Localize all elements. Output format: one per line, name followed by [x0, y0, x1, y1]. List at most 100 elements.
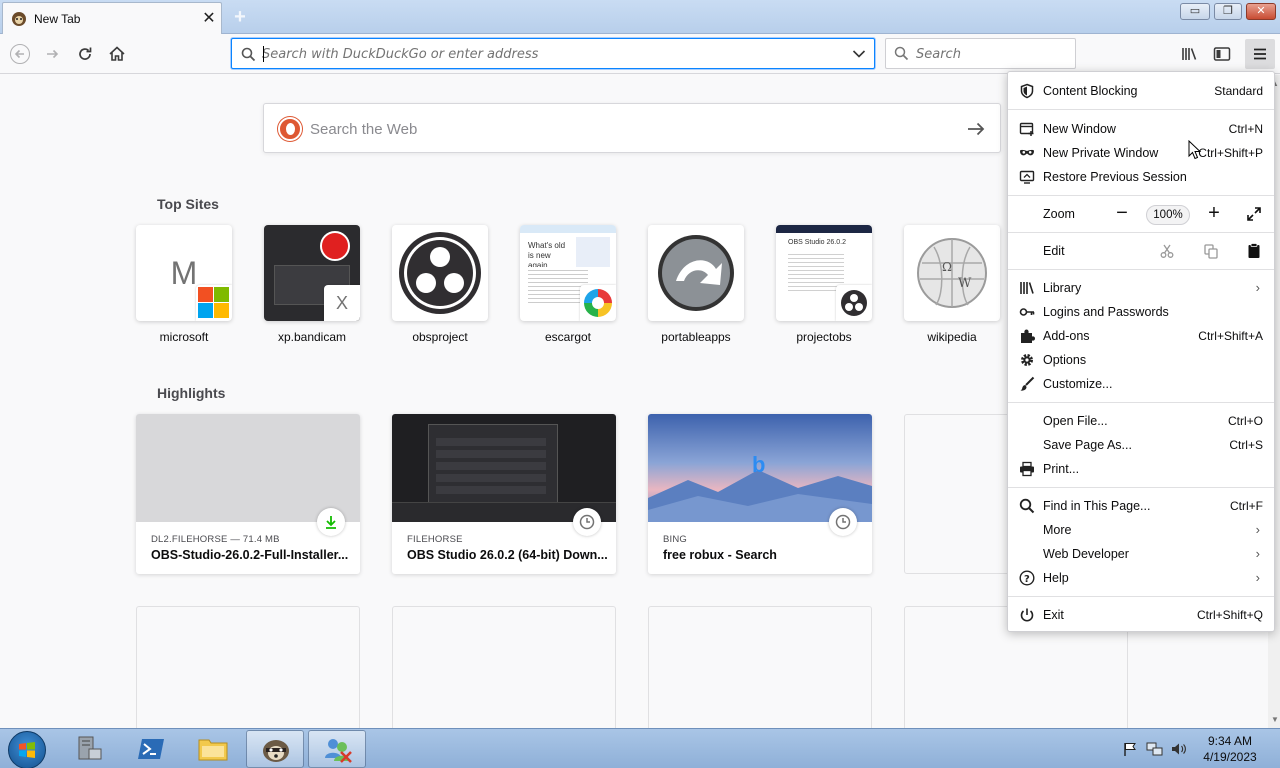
- menu-label: Add-ons: [1043, 329, 1090, 343]
- menu-item-addons[interactable]: Add-ons Ctrl+Shift+A: [1008, 324, 1274, 348]
- chevron-down-icon[interactable]: [852, 48, 866, 60]
- action-center-flag-icon[interactable]: [1122, 741, 1138, 757]
- windows-logo-icon: [19, 742, 35, 758]
- taskbar-file-explorer[interactable]: [184, 730, 242, 768]
- minimize-button[interactable]: ▭: [1180, 3, 1210, 20]
- paste-icon[interactable]: [1246, 242, 1262, 259]
- top-site-portableapps[interactable]: portableapps: [640, 225, 760, 355]
- site-tile[interactable]: [648, 225, 744, 321]
- menu-item-customize[interactable]: Customize...: [1008, 372, 1274, 396]
- reload-button[interactable]: [70, 39, 100, 69]
- menu-item-print[interactable]: Print...: [1008, 457, 1274, 481]
- site-tile[interactable]: [392, 225, 488, 321]
- menu-item-library[interactable]: Library ›: [1008, 276, 1274, 300]
- menu-item-exit[interactable]: Exit Ctrl+Shift+Q: [1008, 603, 1274, 627]
- menu-item-options[interactable]: Options: [1008, 348, 1274, 372]
- sidebar-button[interactable]: [1207, 39, 1237, 69]
- highlight-source: BING: [663, 534, 688, 545]
- arrow-right-icon[interactable]: [964, 117, 988, 141]
- menu-item-new-private-window[interactable]: New Private Window Ctrl+Shift+P: [1008, 141, 1274, 165]
- menu-separator: [1008, 195, 1274, 196]
- network-icon[interactable]: [1146, 741, 1164, 757]
- menu-item-save-page[interactable]: Save Page As... Ctrl+S: [1008, 433, 1274, 457]
- restore-button[interactable]: ❐: [1214, 3, 1242, 20]
- menu-separator: [1008, 109, 1274, 110]
- menu-item-logins[interactable]: Logins and Passwords: [1008, 300, 1274, 324]
- back-button[interactable]: [5, 39, 35, 69]
- zoom-out-button[interactable]: −: [1110, 202, 1134, 226]
- close-window-button[interactable]: ✕: [1246, 3, 1276, 20]
- search-input[interactable]: [916, 46, 1066, 62]
- menu-item-web-developer[interactable]: Web Developer ›: [1008, 542, 1274, 566]
- site-tile[interactable]: OBS Studio 26.0.2: [776, 225, 872, 321]
- taskbar-powershell[interactable]: [122, 730, 180, 768]
- copy-icon[interactable]: [1203, 243, 1219, 259]
- menu-separator: [1008, 402, 1274, 403]
- clock-time: 9:34 AM: [1207, 734, 1253, 748]
- empty-highlight-slot: [648, 606, 872, 728]
- url-input[interactable]: [262, 46, 842, 62]
- highlight-card[interactable]: FILEHORSE OBS Studio 26.0.2 (64-bit) Dow…: [392, 414, 616, 574]
- navigation-toolbar: [0, 34, 1280, 74]
- menu-item-find[interactable]: Find in This Page... Ctrl+F: [1008, 494, 1274, 518]
- download-icon: [317, 508, 345, 536]
- top-site-bandicam[interactable]: X xp.bandicam: [256, 225, 376, 355]
- chevron-right-icon: ›: [1255, 522, 1260, 537]
- menu-item-help[interactable]: ? Help ›: [1008, 566, 1274, 590]
- cut-icon[interactable]: [1159, 243, 1175, 259]
- top-site-projectobs[interactable]: OBS Studio 26.0.2 projectobs: [768, 225, 888, 355]
- menu-shortcut: Ctrl+N: [1228, 122, 1263, 136]
- search-bar[interactable]: [885, 38, 1076, 69]
- taskbar-server-manager[interactable]: [60, 730, 118, 768]
- volume-icon[interactable]: [1170, 741, 1188, 757]
- top-site-microsoft[interactable]: M microsoft: [128, 225, 248, 355]
- top-site-obsproject[interactable]: obsproject: [384, 225, 504, 355]
- site-label: xp.bandicam: [277, 330, 347, 344]
- new-tab-button[interactable]: +: [228, 5, 252, 29]
- site-label: wikipedia: [927, 330, 977, 344]
- menu-label: Content Blocking: [1043, 84, 1138, 98]
- menu-item-open-file[interactable]: Open File... Ctrl+O: [1008, 409, 1274, 433]
- tab-new-tab[interactable]: New Tab ✕: [2, 2, 222, 34]
- library-button[interactable]: [1175, 39, 1205, 69]
- menu-shortcut: Ctrl+S: [1229, 438, 1263, 452]
- highlight-card[interactable]: DL2.FILEHORSE — 71.4 MB OBS-Studio-26.0.…: [136, 414, 360, 574]
- chevron-right-icon: ›: [1255, 570, 1260, 585]
- taskbar-network-app[interactable]: [308, 730, 366, 768]
- sidebar-icon: [1213, 47, 1231, 61]
- menu-separator: [1008, 232, 1274, 233]
- site-tile[interactable]: What's old is new again: [520, 225, 616, 321]
- taskbar-clock[interactable]: 9:34 AM 4/19/2023: [1190, 733, 1270, 765]
- site-label: projectobs: [796, 330, 852, 344]
- menu-item-restore-session[interactable]: Restore Previous Session: [1008, 165, 1274, 189]
- top-site-escargot[interactable]: What's old is new again escargot: [512, 225, 632, 355]
- zoom-level-button[interactable]: 100%: [1146, 205, 1190, 225]
- taskbar-firefox[interactable]: [246, 730, 304, 768]
- site-tile[interactable]: M: [136, 225, 232, 321]
- help-icon: ?: [1019, 570, 1035, 586]
- scroll-down-icon[interactable]: ▼: [1271, 715, 1279, 724]
- menu-shortcut: Ctrl+Shift+P: [1198, 146, 1263, 160]
- close-tab-icon[interactable]: ✕: [199, 9, 219, 29]
- menu-label: Zoom: [1043, 207, 1075, 221]
- web-search-input[interactable]: [310, 120, 950, 138]
- gear-icon: [1021, 354, 1033, 366]
- highlight-card[interactable]: b BING free robux - Search: [648, 414, 872, 574]
- url-bar[interactable]: [231, 38, 875, 69]
- web-search-box[interactable]: [263, 103, 1001, 153]
- menu-item-content-blocking[interactable]: Content Blocking Standard: [1008, 79, 1274, 103]
- fullscreen-icon[interactable]: [1246, 206, 1262, 222]
- site-label: portableapps: [661, 330, 731, 344]
- site-tile[interactable]: X: [264, 225, 360, 321]
- svg-text:Ω: Ω: [942, 260, 952, 274]
- private-mask-icon: [1020, 149, 1034, 156]
- home-button[interactable]: [102, 39, 132, 69]
- site-tile[interactable]: Ω W: [904, 225, 1000, 321]
- menu-item-new-window[interactable]: New Window Ctrl+N: [1008, 117, 1274, 141]
- top-site-wikipedia[interactable]: Ω W wikipedia: [896, 225, 1016, 355]
- start-button[interactable]: [8, 731, 46, 768]
- menu-item-more[interactable]: More ›: [1008, 518, 1274, 542]
- zoom-in-button[interactable]: +: [1202, 202, 1226, 226]
- forward-button[interactable]: [38, 39, 68, 69]
- open-menu-button[interactable]: [1245, 39, 1275, 69]
